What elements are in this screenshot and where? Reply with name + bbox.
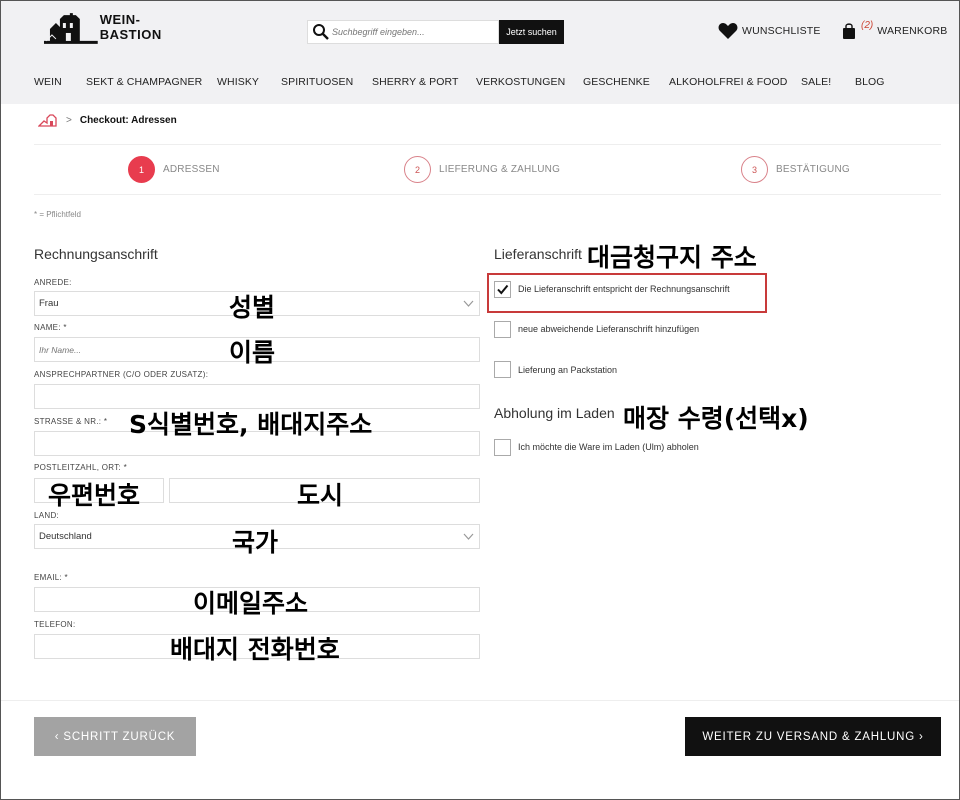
nav-item-sekt-champagner[interactable]: SEKT & CHAMPAGNER <box>86 76 202 88</box>
step-number: 1 <box>128 156 155 183</box>
annotation-phone: 배대지 전화번호 <box>170 635 340 664</box>
cart-count: (2) <box>861 19 874 31</box>
chevron-down-icon <box>463 533 474 540</box>
street-label: STRASSE & NR.: * <box>34 417 108 426</box>
search-input[interactable] <box>332 27 497 37</box>
shopping-bag-icon <box>843 23 855 39</box>
country-label: LAND: <box>34 511 60 520</box>
step-number: 3 <box>741 156 768 183</box>
logo-text: WEIN-BASTION <box>99 12 162 42</box>
search-icon <box>313 24 329 40</box>
cart-label: WARENKORB <box>877 25 948 37</box>
nav-item-alkoholfrei-food[interactable]: ALKOHOLFREI & FOOD <box>669 76 788 88</box>
annotation-name: 이름 <box>229 338 276 367</box>
nav-item-wein[interactable]: WEIN <box>34 76 62 88</box>
breadcrumb-current: Checkout: Adressen <box>79 114 177 126</box>
nav-item-sale[interactable]: SALE! <box>801 76 831 88</box>
site-header: WEIN-BASTION Jetzt suchen WUNSCHLISTE (2… <box>0 0 960 104</box>
country-value: Deutschland <box>39 531 92 542</box>
annotation-pickup: 매장 수령(선택x) <box>623 404 809 433</box>
nav-item-blog[interactable]: BLOG <box>855 76 885 88</box>
name-label: NAME: * <box>34 323 67 332</box>
divider <box>34 194 941 195</box>
step-label: LIEFERUNG & ZAHLUNG <box>439 164 561 175</box>
nav-item-spirituosen[interactable]: SPIRITUOSEN <box>281 76 353 88</box>
contact-label: ANSPRECHPARTNER (C/O ODER ZUSATZ): <box>34 370 209 379</box>
step-delivery-payment: 2 LIEFERUNG & ZAHLUNG <box>404 156 560 183</box>
cart-link[interactable]: (2) WARENKORB <box>842 19 948 40</box>
same-address-label[interactable]: Die Lieferanschrift entspricht der Rechn… <box>518 284 730 294</box>
step-label: BESTÄTIGUNG <box>776 164 850 175</box>
wishlist-label: WUNSCHLISTE <box>742 25 821 37</box>
divider <box>34 144 941 145</box>
site-logo[interactable]: WEIN-BASTION <box>42 9 202 45</box>
packstation-checkbox[interactable] <box>494 361 511 378</box>
required-note: * = Pflichtfeld <box>34 210 81 219</box>
step-confirmation: 3 BESTÄTIGUNG <box>741 156 850 183</box>
back-button[interactable]: ‹ SCHRITT ZURÜCK <box>34 717 196 756</box>
castle-logo-icon <box>43 13 98 44</box>
divider <box>0 700 960 701</box>
chevron-down-icon <box>463 300 474 307</box>
annotation-email: 이메일주소 <box>193 589 309 618</box>
annotation-shipping: 대금청구지 주소 <box>587 243 757 272</box>
phone-label: TELEFON: <box>34 620 76 629</box>
annotation-zip: 우편번호 <box>48 481 141 510</box>
wishlist-link[interactable]: WUNSCHLISTE <box>718 22 821 40</box>
step-addresses: 1 ADRESSEN <box>128 156 220 183</box>
packstation-label[interactable]: Lieferung an Packstation <box>518 365 617 375</box>
checkmark-icon <box>497 284 509 295</box>
shipping-title: Lieferanschrift <box>494 246 582 262</box>
nav-item-geschenke[interactable]: GESCHENKE <box>583 76 650 88</box>
annotation-street: S식별번호, 배대지주소 <box>129 410 373 439</box>
nav-item-verkostungen[interactable]: VERKOSTUNGEN <box>476 76 565 88</box>
pickup-checkbox[interactable] <box>494 439 511 456</box>
continue-button[interactable]: WEITER ZU VERSAND & ZAHLUNG › <box>685 717 941 756</box>
pickup-title: Abholung im Laden <box>494 405 615 421</box>
step-number: 2 <box>404 156 431 183</box>
same-address-checkbox[interactable] <box>494 281 511 298</box>
pickup-label[interactable]: Ich möchte die Ware im Laden (Ulm) abhol… <box>518 442 699 452</box>
zip-city-label: POSTLEITZAHL, ORT: * <box>34 463 127 472</box>
breadcrumb: > Checkout: Adressen <box>38 113 177 127</box>
annotation-country: 국가 <box>232 528 279 557</box>
step-label: ADRESSEN <box>163 164 220 175</box>
new-address-label[interactable]: neue abweichende Lieferanschrift hinzufü… <box>518 324 699 334</box>
search-box <box>307 20 499 44</box>
new-address-checkbox[interactable] <box>494 321 511 338</box>
home-castle-icon[interactable] <box>38 113 60 127</box>
nav-item-sherry-port[interactable]: SHERRY & PORT <box>372 76 459 88</box>
nav-item-whisky[interactable]: WHISKY <box>217 76 259 88</box>
search-button[interactable]: Jetzt suchen <box>499 20 564 44</box>
annotation-city: 도시 <box>297 481 344 510</box>
annotation-salutation: 성별 <box>229 293 276 322</box>
salutation-label: ANREDE: <box>34 278 72 287</box>
heart-icon <box>718 23 738 39</box>
billing-title: Rechnungsanschrift <box>34 246 158 262</box>
email-label: EMAIL: * <box>34 573 68 582</box>
breadcrumb-separator: > <box>66 114 72 126</box>
salutation-value: Frau <box>39 298 59 309</box>
